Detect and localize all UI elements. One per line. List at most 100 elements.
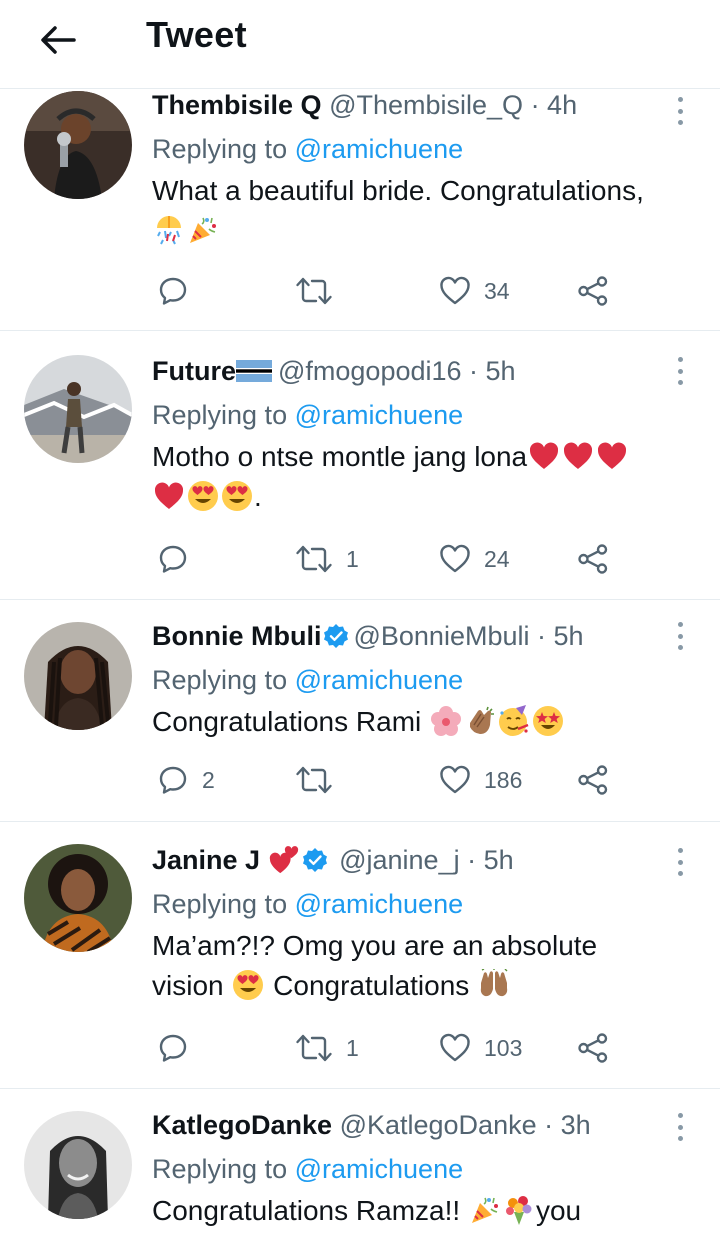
like-button[interactable]: 186 — [438, 758, 522, 802]
tweet-item[interactable]: Future @fmogopodi16 · 5h Replying to @ram… — [0, 331, 720, 600]
botswana-flag-icon — [236, 360, 272, 382]
user-handle[interactable]: @BonnieMbuli — [353, 621, 529, 651]
reply-button[interactable] — [156, 269, 202, 313]
tweet-time: · 4h — [530, 90, 578, 120]
back-button[interactable] — [36, 18, 80, 62]
heart-eyes-emoji — [187, 480, 219, 512]
like-button[interactable]: 24 — [438, 537, 510, 581]
red-heart-emoji — [562, 440, 594, 472]
more-options-icon[interactable] — [670, 620, 690, 652]
party-popper-emoji — [187, 214, 219, 246]
replying-to: Replying to @ramichuene — [152, 1153, 670, 1185]
share-button[interactable] — [576, 269, 610, 313]
party-popper-emoji — [469, 1194, 501, 1226]
tweet-text-line2b: Congratulations — [273, 970, 470, 1001]
share-icon — [576, 763, 610, 797]
reply-button[interactable] — [156, 537, 202, 581]
like-count: 103 — [484, 1034, 523, 1061]
confetti-ball-emoji — [153, 214, 185, 246]
mention-link[interactable]: @ramichuene — [295, 665, 464, 695]
retweet-icon — [294, 763, 334, 797]
avatar[interactable] — [24, 91, 132, 199]
tweet-header: KatlegoDanke @KatlegoDanke · 3h — [152, 1109, 670, 1141]
like-count: 186 — [484, 766, 523, 793]
reply-button[interactable] — [156, 1026, 202, 1070]
two-hearts-emoji — [269, 845, 299, 875]
heart-icon — [438, 763, 472, 797]
user-handle[interactable]: @janine_j — [339, 845, 460, 875]
heart-icon — [438, 1031, 472, 1065]
back-arrow-icon — [41, 26, 76, 54]
trailing-text: . — [254, 481, 262, 512]
tweet-text-line1: Ma’am?!? Omg you are an absolute — [152, 930, 598, 961]
heart-eyes-emoji — [221, 480, 253, 512]
share-button[interactable] — [576, 1026, 610, 1070]
heart-icon — [438, 274, 472, 308]
avatar[interactable] — [24, 355, 132, 463]
user-handle[interactable]: @fmogopodi16 — [278, 356, 462, 386]
user-handle[interactable]: @Thembisile_Q — [329, 90, 523, 120]
replying-to: Replying to @ramichuene — [152, 399, 670, 431]
display-name[interactable]: Bonnie Mbuli — [152, 621, 321, 651]
raising-hands-emoji — [478, 969, 510, 1001]
like-button[interactable]: 103 — [438, 1026, 522, 1070]
tweet-item[interactable]: Thembisile Q @Thembisile_Q · 4h Replying… — [0, 89, 720, 331]
display-name[interactable]: Janine J — [152, 845, 260, 875]
avatar[interactable] — [24, 844, 132, 952]
display-name[interactable]: Thembisile Q — [152, 90, 322, 120]
mention-link[interactable]: @ramichuene — [295, 1154, 464, 1184]
like-button[interactable]: 34 — [438, 269, 510, 313]
replying-label: Replying to — [152, 665, 288, 695]
reply-icon — [156, 542, 190, 576]
tweet-header: Future @fmogopodi16 · 5h — [152, 355, 670, 387]
tweet-actions: 1 24 — [152, 537, 622, 581]
tweet-text-body: Motho o ntse montle jang lona — [152, 441, 528, 472]
tweet-text-line2a: vision — [152, 970, 224, 1001]
star-struck-emoji — [532, 705, 564, 737]
tweet-item[interactable]: Bonnie Mbuli @BonnieMbuli · 5h Replying t… — [0, 600, 720, 822]
replying-to: Replying to @ramichuene — [152, 664, 670, 696]
avatar[interactable] — [24, 1111, 132, 1219]
more-options-icon[interactable] — [670, 846, 690, 878]
tweet-text: Congratulations Rami — [152, 702, 670, 742]
retweet-button[interactable] — [294, 269, 346, 313]
red-heart-emoji — [528, 440, 560, 472]
display-name[interactable]: Future — [152, 356, 236, 386]
mention-link[interactable]: @ramichuene — [295, 400, 464, 430]
tweet-actions: 34 — [152, 269, 622, 313]
reply-icon — [156, 1031, 190, 1065]
share-button[interactable] — [576, 537, 610, 581]
replying-label: Replying to — [152, 400, 288, 430]
tweet-time: · 5h — [469, 356, 516, 386]
mention-link[interactable]: @ramichuene — [295, 889, 464, 919]
retweet-icon — [294, 274, 334, 308]
retweet-button[interactable]: 1 — [294, 537, 359, 581]
tweet-header: Bonnie Mbuli @BonnieMbuli · 5h — [152, 620, 670, 652]
retweet-button[interactable] — [294, 758, 346, 802]
mention-link[interactable]: @ramichuene — [295, 134, 464, 164]
tweet-text: What a beautiful bride. Congratulations, — [152, 171, 670, 251]
like-count: 24 — [484, 545, 510, 572]
tweet-time: · 5h — [467, 845, 514, 875]
more-options-icon[interactable] — [670, 1111, 690, 1143]
retweet-icon — [294, 1031, 334, 1065]
tweet-header: Janine J @janine_j · 5h — [152, 844, 670, 876]
share-icon — [576, 274, 610, 308]
display-name[interactable]: KatlegoDanke — [152, 1110, 332, 1140]
more-options-icon[interactable] — [670, 355, 690, 387]
tweet-text-body: Congratulations Ramza!! — [152, 1195, 461, 1226]
tweet-text-body: What a beautiful bride. Congratulations, — [152, 175, 644, 206]
reply-count: 2 — [202, 766, 215, 793]
tweet-text-body: Congratulations Rami — [152, 706, 422, 737]
tweet-item[interactable]: KatlegoDanke @KatlegoDanke · 3h Replying… — [0, 1089, 720, 1235]
retweet-count: 1 — [346, 1034, 359, 1061]
user-handle[interactable]: @KatlegoDanke — [340, 1110, 537, 1140]
tweet-time: · 5h — [537, 621, 584, 651]
avatar[interactable] — [24, 622, 132, 730]
reply-button[interactable]: 2 — [156, 758, 215, 802]
retweet-button[interactable]: 1 — [294, 1026, 359, 1070]
tweet-item[interactable]: Janine J @janine_j · 5h Replying to @ram… — [0, 822, 720, 1089]
share-button[interactable] — [576, 758, 610, 802]
partying-face-emoji — [498, 705, 530, 737]
more-options-icon[interactable] — [670, 95, 690, 127]
